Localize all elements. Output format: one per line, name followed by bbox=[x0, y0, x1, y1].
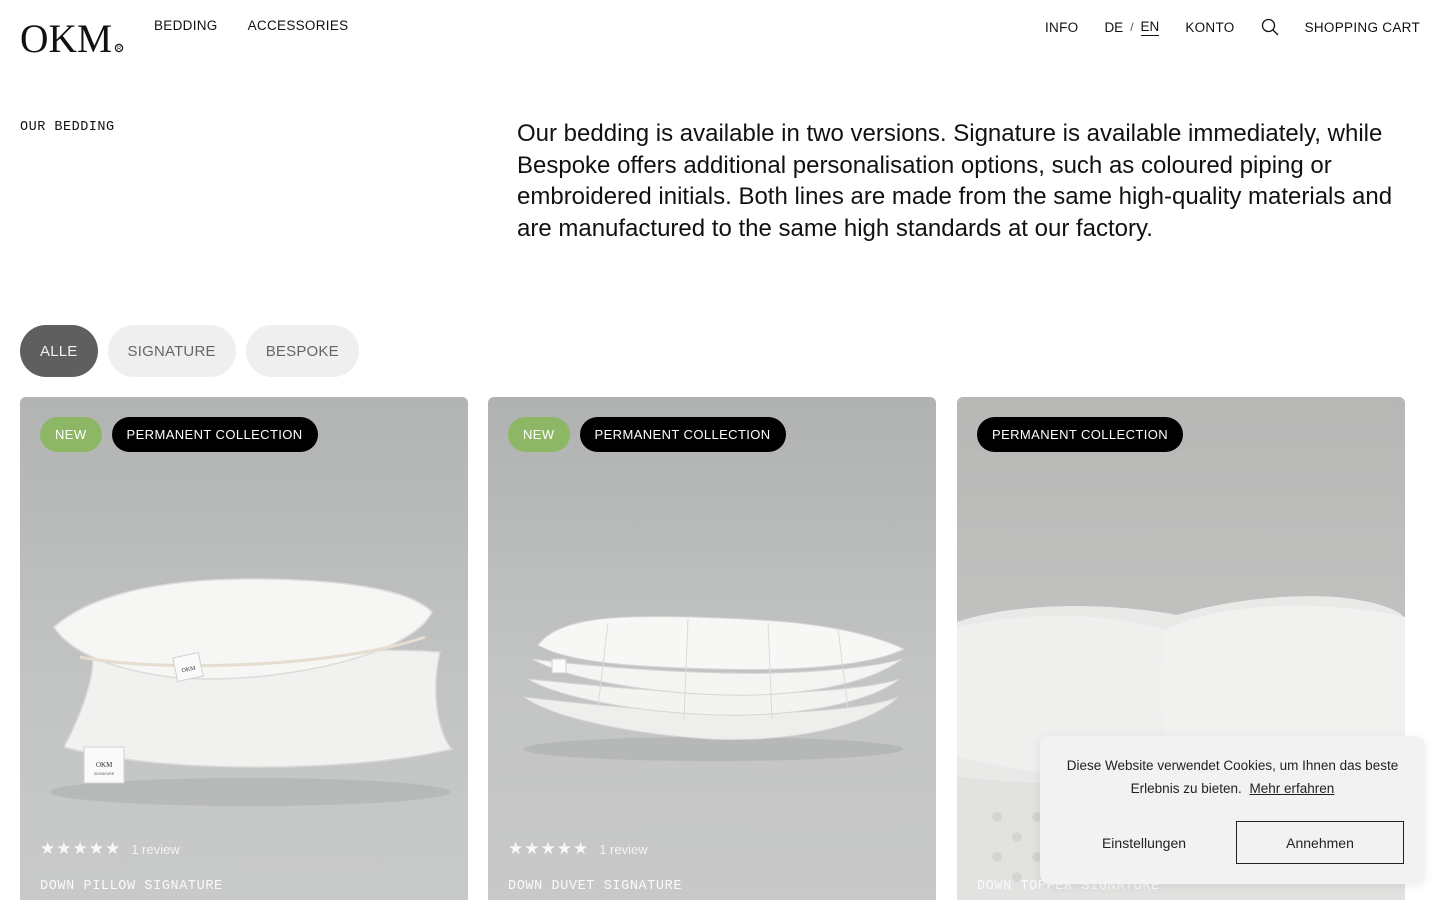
svg-text:R: R bbox=[117, 46, 121, 52]
filter-all[interactable]: ALLE bbox=[20, 325, 98, 377]
review-count[interactable]: 1 review bbox=[599, 842, 647, 857]
intro-text: Our bedding is available in two versions… bbox=[517, 120, 1393, 242]
filter-bespoke[interactable]: BESPOKE bbox=[245, 325, 359, 377]
card-badges: NEW PERMANENT COLLECTION bbox=[508, 417, 786, 452]
okm-logo-graphic: OKM R bbox=[20, 16, 124, 61]
product-rating: ★★★★★ 1 review bbox=[40, 839, 180, 859]
duvet-image bbox=[522, 616, 906, 761]
primary-nav: BEDDING ACCESSORIES bbox=[154, 18, 348, 33]
nav-accessories[interactable]: ACCESSORIES bbox=[248, 18, 349, 33]
filter-pills: ALLE SIGNATURE BESPOKE bbox=[20, 325, 359, 377]
lang-en[interactable]: EN bbox=[1140, 19, 1160, 36]
badge-permanent-collection: PERMANENT COLLECTION bbox=[977, 417, 1184, 452]
pillow-image: OKM OKM SIGNATURE bbox=[50, 578, 454, 806]
nav-account[interactable]: KONTO bbox=[1185, 20, 1234, 35]
secondary-nav: INFO DE / EN KONTO SHOPPING CART bbox=[1019, 18, 1420, 36]
badge-permanent-collection: PERMANENT COLLECTION bbox=[579, 417, 786, 452]
cookie-message: Diese Website verwendet Cookies, um Ihne… bbox=[1060, 754, 1405, 800]
okm-logo[interactable]: OKM R bbox=[20, 16, 124, 61]
filter-signature[interactable]: SIGNATURE bbox=[107, 325, 236, 377]
product-title[interactable]: DOWN PILLOW SIGNATURE bbox=[40, 879, 223, 894]
svg-text:SIGNATURE: SIGNATURE bbox=[94, 772, 115, 776]
product-card-down-pillow[interactable]: OKM OKM SIGNATURE NEW PERMANENT COLLECTI… bbox=[20, 397, 468, 900]
review-count[interactable]: 1 review bbox=[131, 842, 179, 857]
svg-text:OKM: OKM bbox=[96, 761, 113, 769]
search-icon[interactable] bbox=[1261, 18, 1279, 36]
section-label: OUR BEDDING bbox=[20, 120, 115, 135]
cookie-settings-button[interactable]: Einstellungen bbox=[1060, 821, 1228, 864]
nav-shopping-cart[interactable]: SHOPPING CART bbox=[1305, 20, 1420, 35]
nav-bedding[interactable]: BEDDING bbox=[154, 18, 218, 33]
cookie-text: Diese Website verwendet Cookies, um Ihne… bbox=[1066, 758, 1399, 796]
product-rating: ★★★★★ 1 review bbox=[508, 839, 648, 859]
site-header: OKM R BEDDING ACCESSORIES INFO DE / EN K… bbox=[0, 0, 1440, 61]
star-icons: ★★★★★ bbox=[508, 839, 590, 858]
svg-text:OKM: OKM bbox=[20, 16, 112, 56]
card-badges: PERMANENT COLLECTION bbox=[977, 417, 1184, 452]
badge-new: NEW bbox=[508, 417, 570, 452]
cookie-accept-button[interactable]: Annehmen bbox=[1236, 821, 1404, 864]
lang-de[interactable]: DE bbox=[1104, 20, 1123, 35]
badge-new: NEW bbox=[40, 417, 102, 452]
cookie-banner: Diese Website verwendet Cookies, um Ihne… bbox=[1040, 736, 1425, 884]
language-switcher: DE / EN bbox=[1104, 19, 1160, 36]
star-icons: ★★★★★ bbox=[40, 839, 122, 858]
cookie-learn-more-link[interactable]: Mehr erfahren bbox=[1250, 781, 1335, 796]
product-card-down-duvet[interactable]: NEW PERMANENT COLLECTION ★★★★★ 1 review … bbox=[488, 397, 936, 900]
nav-info[interactable]: INFO bbox=[1045, 20, 1078, 35]
lang-separator: / bbox=[1130, 20, 1134, 34]
product-title[interactable]: DOWN DUVET SIGNATURE bbox=[508, 879, 682, 894]
card-badges: NEW PERMANENT COLLECTION bbox=[40, 417, 318, 452]
badge-permanent-collection: PERMANENT COLLECTION bbox=[111, 417, 318, 452]
